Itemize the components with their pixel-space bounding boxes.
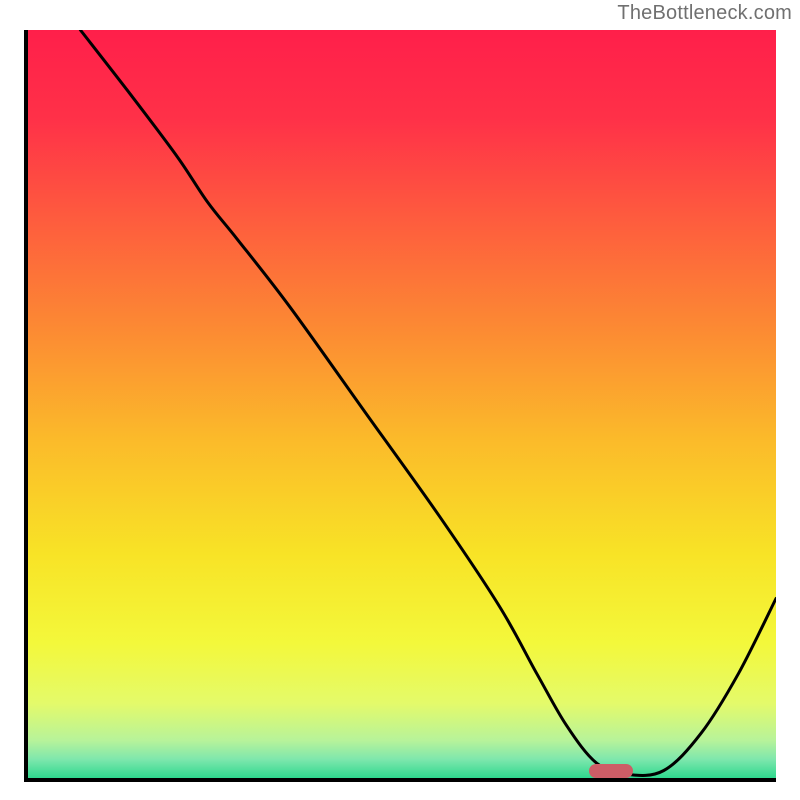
optimal-point-marker bbox=[589, 764, 633, 778]
bottleneck-curve bbox=[28, 30, 776, 778]
chart-axes bbox=[24, 30, 776, 782]
watermark-text: TheBottleneck.com bbox=[617, 2, 792, 25]
plot-area bbox=[28, 30, 776, 778]
